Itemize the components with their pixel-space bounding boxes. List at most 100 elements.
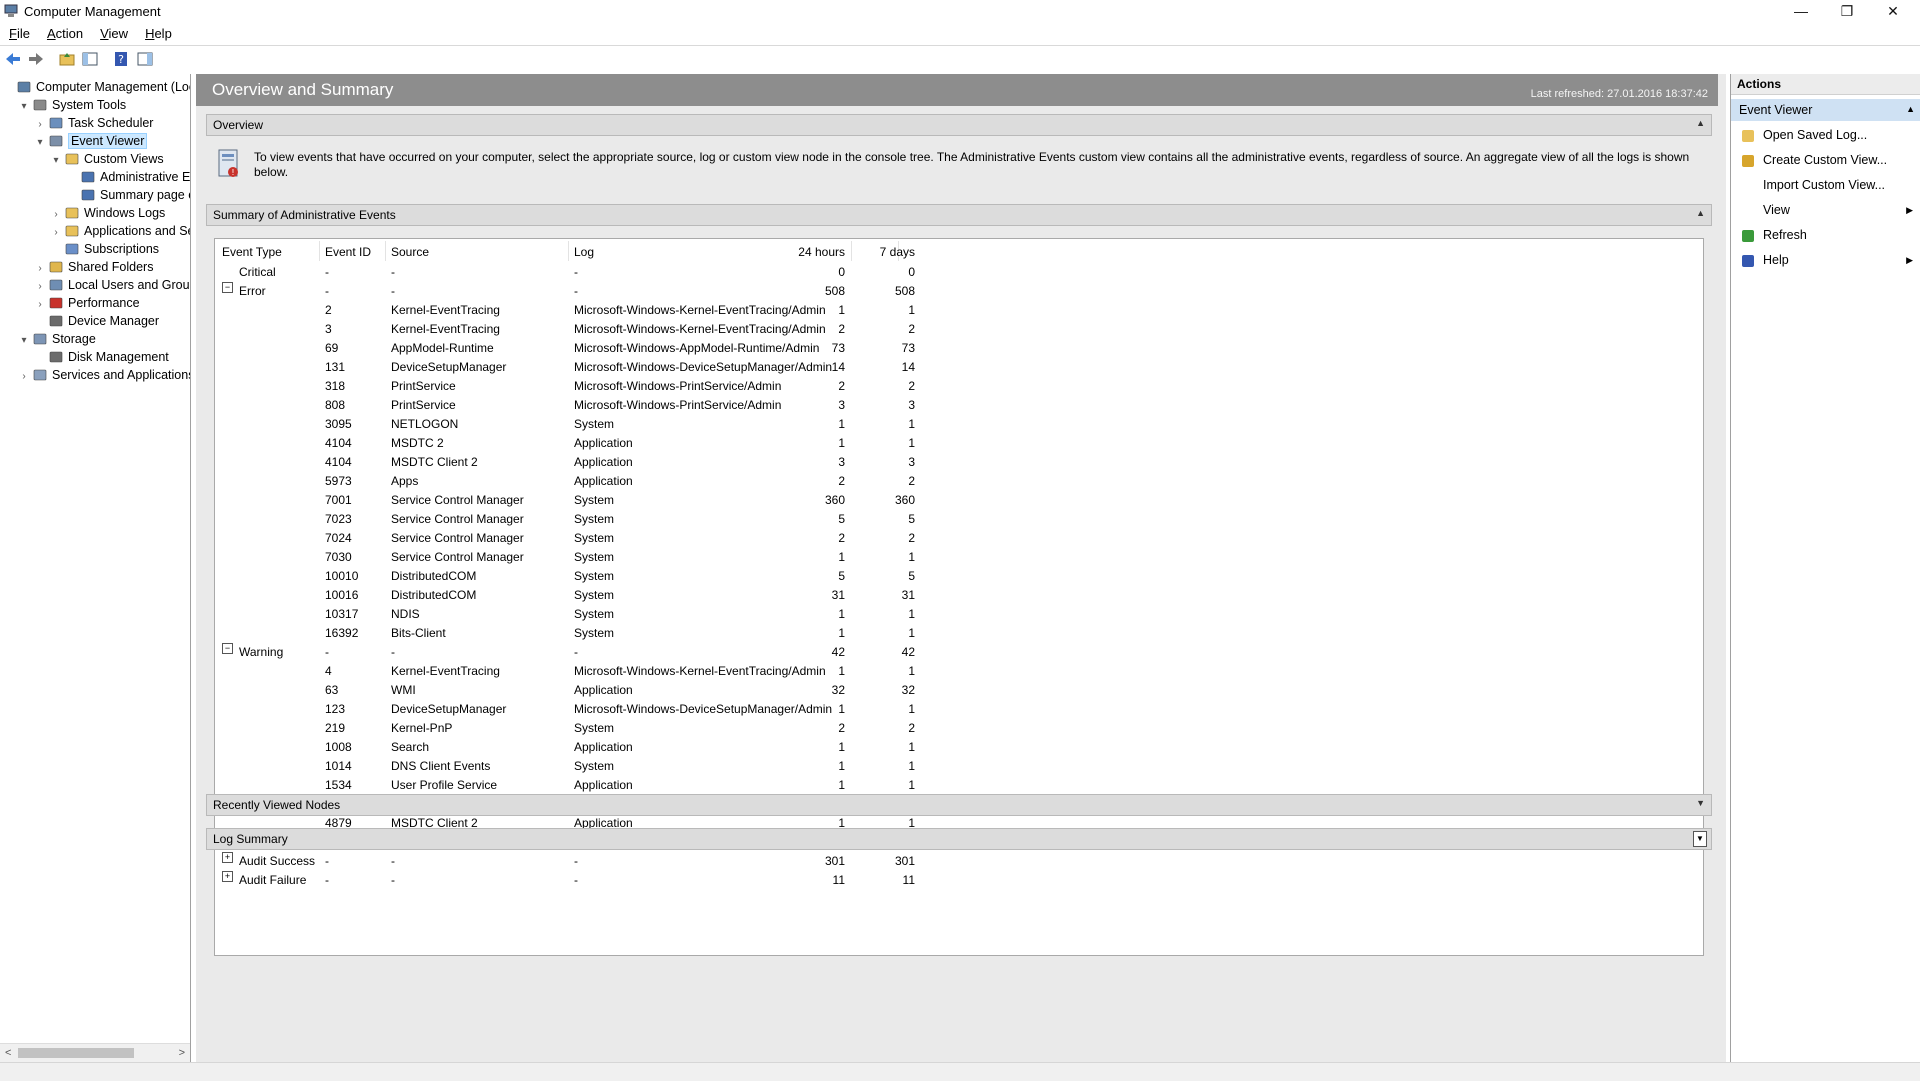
collapsed-chevron-icon[interactable]: › (18, 368, 30, 386)
table-row[interactable]: 1534 User Profile Service Application 1 1 (215, 776, 1075, 795)
table-row[interactable]: 69 AppModel-Runtime Microsoft-Windows-AppM… (215, 339, 1075, 358)
col-log[interactable]: Log (574, 245, 594, 259)
collapse-minus-icon[interactable]: − (222, 643, 233, 654)
table-row[interactable]: 3095 NETLOGON System 1 1 (215, 415, 1075, 434)
horizontal-scrollbar[interactable]: < > (0, 1043, 190, 1062)
filter-icon (1741, 153, 1755, 167)
table-row[interactable]: 1008 Search Application 1 1 (215, 738, 1075, 757)
table-row[interactable]: 5973 Apps Application 2 2 (215, 472, 1075, 491)
action-item[interactable]: Create Custom View... (1731, 149, 1920, 171)
col-event-id[interactable]: Event ID (325, 245, 371, 259)
expanded-chevron-icon[interactable]: ▾ (50, 152, 62, 170)
scroll-left-icon[interactable]: < (5, 1044, 11, 1062)
up-folder-icon[interactable] (58, 50, 76, 68)
show-hide-action-pane-icon[interactable] (136, 50, 154, 68)
tree-item[interactable]: › Windows Logs (50, 204, 165, 222)
collapse-arrow-icon[interactable]: ▲ (1696, 208, 1705, 218)
help-icon[interactable]: ? (112, 50, 130, 68)
tree-item[interactable]: ▾ Custom Views (50, 150, 163, 170)
table-row[interactable]: 219 Kernel-PnP System 2 2 (215, 719, 1075, 738)
table-row[interactable]: Critical - - - 0 0 (215, 263, 1075, 282)
cell-log: System (574, 626, 615, 640)
recently-viewed-nodes-header[interactable]: Recently Viewed Nodes ▼ (206, 794, 1712, 816)
table-row[interactable]: 10317 NDIS System 1 1 (215, 605, 1075, 624)
table-row[interactable]: 7023 Service Control Manager System 5 5 (215, 510, 1075, 529)
tree-item[interactable]: ▾ System Tools (18, 96, 126, 114)
actions-section-event-viewer[interactable]: Event Viewer ▲ (1731, 99, 1920, 121)
table-row[interactable]: 10016 DistributedCOM System 31 31 (215, 586, 1075, 605)
tree-item-label: Performance (68, 296, 140, 310)
table-row[interactable]: 1014 DNS Client Events System 1 1 (215, 757, 1075, 776)
table-row[interactable]: 16392 Bits-Client System 1 1 (215, 624, 1075, 643)
menu-view[interactable]: View (91, 24, 136, 41)
table-row[interactable]: + Audit Success - - -301 301 (215, 852, 1075, 871)
table-row[interactable]: 7030 Service Control Manager System 1 1 (215, 548, 1075, 567)
collapse-arrow-icon[interactable]: ▲ (1696, 118, 1705, 128)
log-summary-header[interactable]: Log Summary ▼ (206, 828, 1712, 850)
restore-button[interactable]: ❐ (1824, 0, 1870, 24)
action-item[interactable]: Open Saved Log... (1731, 124, 1920, 146)
close-button[interactable]: ✕ (1870, 0, 1916, 24)
tree-item[interactable]: › Task Scheduler (34, 114, 153, 132)
scrollbar-thumb[interactable] (18, 1048, 134, 1058)
table-row[interactable]: 10010 DistributedCOM System 5 5 (215, 567, 1075, 586)
table-row[interactable]: 7024 Service Control Manager System 2 2 (215, 529, 1075, 548)
action-item[interactable]: Import Custom View... (1731, 174, 1920, 196)
expand-plus-icon[interactable]: + (222, 871, 233, 882)
tree-item[interactable]: ▾ Storage (18, 330, 95, 350)
tree-item[interactable]: › Applications and Se (50, 222, 190, 240)
table-row[interactable]: − Error - - - 508 508 (215, 282, 1075, 301)
menu-file[interactable]: File (0, 24, 38, 41)
tree-item[interactable]: Computer Management (Local (2, 78, 190, 96)
action-item[interactable]: Help ▶ (1731, 249, 1920, 271)
tree-item[interactable]: › Shared Folders (34, 258, 153, 276)
tree-item[interactable]: Administrative E (66, 168, 190, 186)
tree-item[interactable]: ▾ Event Viewer (34, 132, 148, 152)
tree-item[interactable]: Summary page e (66, 186, 190, 204)
back-arrow-icon[interactable] (4, 50, 22, 68)
tree-item[interactable]: Subscriptions (50, 240, 159, 258)
expand-arrow-icon[interactable]: ▼ (1696, 798, 1705, 808)
cell-24-hours: 508 (824, 284, 845, 298)
table-row[interactable]: 4104 MSDTC Client 2 Application 3 3 (215, 453, 1075, 472)
table-row[interactable]: 4 Kernel-EventTracing Microsoft-Windows-Ke… (215, 662, 1075, 681)
menu-help[interactable]: Help (136, 24, 180, 41)
action-item[interactable]: View ▶ (1731, 199, 1920, 221)
tree-item[interactable]: › Local Users and Groups (34, 276, 190, 294)
menu-action[interactable]: Action (38, 24, 91, 41)
expanded-chevron-icon[interactable]: ▾ (18, 332, 30, 350)
expanded-chevron-icon[interactable]: ▾ (18, 98, 30, 116)
overview-section-header[interactable]: Overview ▲ (206, 114, 1712, 136)
forward-arrow-icon[interactable] (27, 50, 45, 68)
col-24-hours[interactable]: 24 hours (798, 245, 845, 259)
col-7-days[interactable]: 7 days (880, 245, 915, 259)
table-row[interactable]: − Warning - - - 42 42 (215, 643, 1075, 662)
table-row[interactable]: 123 DeviceSetupManager Microsoft-Windows-D… (215, 700, 1075, 719)
tree-item[interactable]: Device Manager (34, 312, 159, 330)
expand-plus-icon[interactable]: + (222, 852, 233, 863)
summary-section-header[interactable]: Summary of Administrative Events ▲ (206, 204, 1712, 226)
minimize-button[interactable]: — (1778, 0, 1824, 24)
action-item[interactable]: Refresh (1731, 224, 1920, 246)
expanded-chevron-icon[interactable]: ▾ (34, 134, 46, 152)
table-row[interactable]: 808 PrintService Microsoft-Windows-PrintSe… (215, 396, 1075, 415)
cell-event-id: 5973 (325, 474, 352, 488)
collapse-minus-icon[interactable]: − (222, 282, 233, 293)
table-row[interactable]: 63 WMI Application 32 32 (215, 681, 1075, 700)
col-source[interactable]: Source (391, 245, 429, 259)
collapse-arrow-icon[interactable]: ▲ (1906, 104, 1915, 114)
table-row[interactable]: + Audit Failure - - - 11 11 (215, 871, 1075, 890)
scroll-right-icon[interactable]: > (179, 1044, 185, 1062)
table-row[interactable]: 131 DeviceSetupManager Microsoft-Windows-D… (215, 358, 1075, 377)
table-row[interactable]: 4104 MSDTC 2 Application 1 1 (215, 434, 1075, 453)
show-hide-console-tree-icon[interactable] (81, 50, 99, 68)
table-row[interactable]: 7001 Service Control Manager System 360 360 (215, 491, 1075, 510)
expand-arrow-icon[interactable]: ▼ (1693, 831, 1707, 847)
tree-item[interactable]: Disk Management (34, 348, 169, 366)
col-event-type[interactable]: Event Type (222, 245, 282, 259)
table-row[interactable]: 318 PrintService Microsoft-Windows-PrintSe… (215, 377, 1075, 396)
tree-item[interactable]: › Performance (34, 294, 140, 312)
table-row[interactable]: 2 Kernel-EventTracing Microsoft-Windows-Ke… (215, 301, 1075, 320)
table-row[interactable]: 3 Kernel-EventTracing Microsoft-Windows-Ke… (215, 320, 1075, 339)
tree-item[interactable]: › Services and Applications (18, 366, 190, 386)
